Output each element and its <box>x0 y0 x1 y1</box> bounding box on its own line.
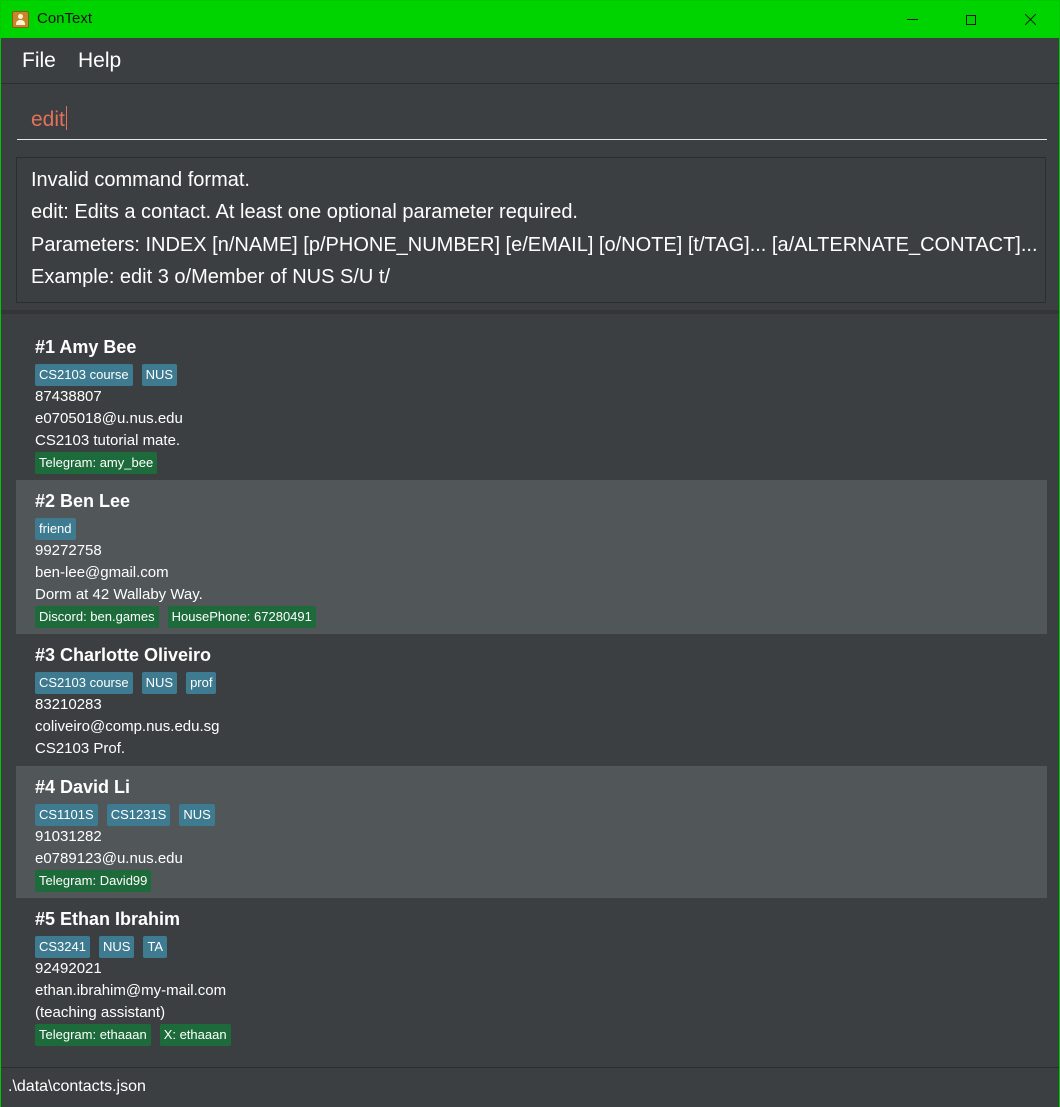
contact-email: e0705018@u.nus.edu <box>35 410 183 427</box>
menu-file[interactable]: File <box>22 49 56 73</box>
contacts-app-icon <box>12 11 29 28</box>
window-title: ConText <box>37 10 93 27</box>
close-button[interactable] <box>1001 1 1059 38</box>
contact-phone: 83210283 <box>35 696 102 713</box>
title-bar[interactable]: ConText <box>1 1 1059 38</box>
contact-phone: 91031282 <box>35 828 102 845</box>
result-line: Example: edit 3 o/Member of NUS S/U t/ <box>31 266 391 288</box>
tag: prof <box>186 672 217 694</box>
contact-name: #3 Charlotte Oliveiro <box>35 645 212 665</box>
alternate-contact: X: ethaaan <box>159 1024 231 1046</box>
contact-name: #1 Amy Bee <box>35 337 137 357</box>
command-input[interactable]: edit <box>17 98 1047 140</box>
contact-card[interactable]: #3 Charlotte Oliveiro CS2103 course NUS … <box>16 634 1047 766</box>
contact-name: #5 Ethan Ibrahim <box>35 909 181 929</box>
save-file-path: .\data\contacts.json <box>8 1078 146 1095</box>
contact-email: coliveiro@comp.nus.edu.sg <box>35 718 220 735</box>
contact-email: e0789123@u.nus.edu <box>35 850 183 867</box>
alternate-contact: Telegram: David99 <box>35 870 152 892</box>
alternate-contact: Telegram: amy_bee <box>35 452 158 474</box>
contact-card[interactable]: #2 Ben Lee friend 99272758 ben-lee@gmail… <box>16 480 1047 634</box>
tag: TA <box>143 936 168 958</box>
contact-name: #2 Ben Lee <box>35 491 131 511</box>
alternate-contact: Telegram: ethaaan <box>35 1024 151 1046</box>
alternate-contact-list: Telegram: amy_bee <box>35 452 158 474</box>
result-line: edit: Edits a contact. At least one opti… <box>31 201 578 223</box>
tag: NUS <box>98 936 135 958</box>
tag-list: CS2103 course NUS <box>35 364 178 386</box>
contact-note: CS2103 Prof. <box>35 740 126 757</box>
contact-email: ethan.ibrahim@my-mail.com <box>35 982 227 999</box>
alternate-contact-list: Telegram: David99 <box>35 870 152 892</box>
contact-list[interactable]: #1 Amy Bee CS2103 course NUS 87438807 e0… <box>1 314 1059 1066</box>
maximize-icon <box>966 14 976 25</box>
command-value: edit <box>31 108 65 131</box>
alternate-contact-list: Discord: ben.games HousePhone: 67280491 <box>35 606 316 628</box>
alternate-contact: Discord: ben.games <box>35 606 159 628</box>
contact-note: CS2103 tutorial mate. <box>35 432 181 449</box>
result-line: Parameters: INDEX [n/NAME] [p/PHONE_NUMB… <box>31 234 1038 256</box>
contact-phone: 99272758 <box>35 542 102 559</box>
tag: NUS <box>141 364 178 386</box>
alternate-contact: HousePhone: 67280491 <box>167 606 316 628</box>
tag-list: CS1101S CS1231S NUS <box>35 804 215 826</box>
menu-bar: File Help <box>1 38 1059 84</box>
contact-note: Dorm at 42 Wallaby Way. <box>35 586 203 603</box>
contact-card[interactable]: #5 Ethan Ibrahim CS3241 NUS TA 92492021 … <box>16 898 1047 1052</box>
tag: friend <box>35 518 76 540</box>
tag: CS1101S <box>35 804 98 826</box>
menu-help[interactable]: Help <box>78 49 121 73</box>
result-display[interactable]: Invalid command format. edit: Edits a co… <box>16 157 1046 303</box>
contact-card[interactable]: #1 Amy Bee CS2103 course NUS 87438807 e0… <box>16 326 1047 480</box>
contact-phone: 87438807 <box>35 388 102 405</box>
text-caret <box>65 106 67 130</box>
tag-list: CS2103 course NUS prof <box>35 672 217 694</box>
command-box: edit <box>1 84 1059 146</box>
contact-phone: 92492021 <box>35 960 102 977</box>
minimize-button[interactable] <box>883 1 941 38</box>
maximize-button[interactable] <box>942 1 1000 38</box>
tag: NUS <box>179 804 215 826</box>
tag: CS3241 <box>35 936 90 958</box>
tag-list: friend <box>35 518 76 540</box>
app-window: ConText File Help edit Invalid command f… <box>0 0 1060 1107</box>
tag-list: CS3241 NUS TA <box>35 936 168 958</box>
tag: CS2103 course <box>35 364 133 386</box>
tag: CS1231S <box>106 804 171 826</box>
tag: CS2103 course <box>35 672 133 694</box>
result-line: Invalid command format. <box>31 169 250 191</box>
alternate-contact-list: Telegram: ethaaan X: ethaaan <box>35 1024 231 1046</box>
contact-email: ben-lee@gmail.com <box>35 564 169 581</box>
tag: NUS <box>141 672 178 694</box>
close-icon <box>1024 13 1037 26</box>
status-bar: .\data\contacts.json <box>1 1067 1059 1107</box>
minimize-icon <box>906 19 918 20</box>
contact-note: (teaching assistant) <box>35 1004 166 1021</box>
contact-name: #4 David Li <box>35 777 131 797</box>
contact-card[interactable]: #4 David Li CS1101S CS1231S NUS 91031282… <box>16 766 1047 898</box>
